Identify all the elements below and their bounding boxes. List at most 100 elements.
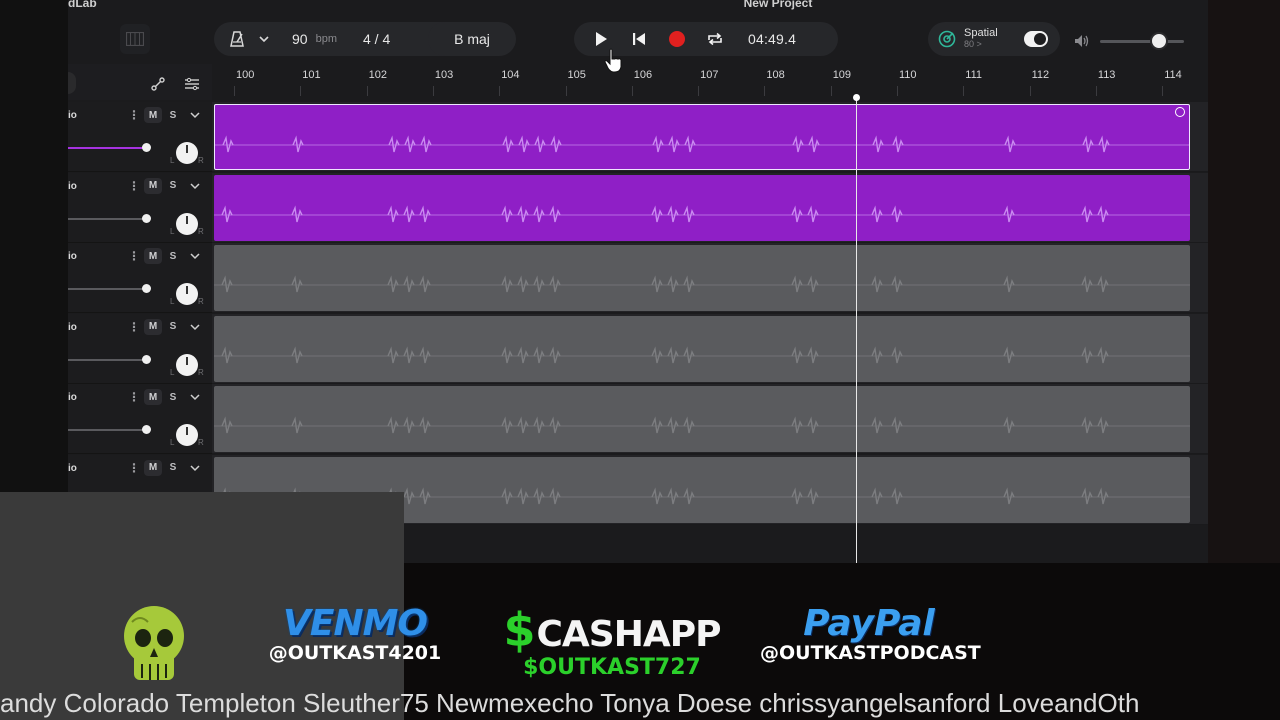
piano-roll-button[interactable] [120,24,150,54]
speaker-icon[interactable] [1074,34,1090,48]
ruler-tick [698,86,700,96]
track-name[interactable]: io [68,251,77,262]
audio-clip[interactable] [214,174,1190,241]
track-header[interactable]: io ⋮ MS L R [68,243,212,313]
time-display: 04:49.4 [748,31,797,47]
track-header[interactable]: io ⋮ MS L R [68,172,212,243]
track-header[interactable]: io ⋮ MS L R [68,313,212,384]
mute-button[interactable]: M [144,248,162,264]
track-menu-icon[interactable]: ⋮ [128,461,140,475]
solo-button[interactable]: S [164,248,182,264]
track-header[interactable]: io ⋮ MS L R [68,102,212,172]
timeline-ruler[interactable]: 100 101 102 103 104 105 106 107 108 109 110 111 112 1… [212,64,1208,100]
waveform [214,345,1190,363]
record-icon [669,31,685,47]
key-selector[interactable]: B maj [428,22,516,56]
mute-button[interactable]: M [144,318,162,335]
right-background [1208,0,1280,563]
volume-fader-handle[interactable] [142,143,151,152]
track-name[interactable]: io [68,392,77,403]
track-menu-icon[interactable]: ⋮ [128,320,140,334]
track-name[interactable]: io [68,322,77,333]
solo-button[interactable]: S [164,460,182,476]
playhead-handle[interactable] [853,94,860,101]
chevron-down-icon[interactable] [188,108,202,122]
audio-clip[interactable] [214,315,1190,382]
volume-fader-handle[interactable] [142,213,151,223]
volume-fader-handle[interactable] [142,354,151,364]
track-name[interactable]: io [68,463,77,474]
audio-clip[interactable] [214,386,1190,452]
automation-button[interactable] [146,72,170,96]
chevron-down-icon[interactable] [188,249,202,263]
volume-slider[interactable] [1100,40,1184,43]
chevron-down-icon[interactable] [188,179,202,193]
paypal-handle: @OUTKASTPODCAST [760,642,981,664]
solo-button[interactable]: S [164,178,182,194]
track-name[interactable]: io [68,181,77,192]
chevron-down-icon[interactable] [188,390,202,404]
track-menu-icon[interactable]: ⋮ [128,179,140,193]
solo-button[interactable]: S [164,389,182,405]
ruler-bar-number: 111 [965,69,983,81]
audio-clip[interactable] [214,245,1190,311]
pan-knob[interactable] [176,353,198,376]
chevron-down-icon[interactable] [258,33,270,45]
sliders-icon [185,77,199,91]
playhead[interactable] [856,96,857,563]
solo-button[interactable]: S [164,107,182,123]
skip-back-button[interactable] [626,26,652,52]
track-lane[interactable] [212,384,1208,454]
track-lane[interactable] [212,313,1208,384]
mute-button[interactable]: M [144,177,162,194]
volume-fader[interactable] [68,288,148,290]
track-header[interactable]: io ⋮ MS L R [68,384,212,454]
volume-fader-handle[interactable] [142,284,151,293]
pan-knob[interactable] [176,212,198,235]
ruler-bar-number: 110 [899,69,917,81]
tempo-value[interactable]: 90 [292,31,308,47]
track-options-button[interactable] [180,72,204,96]
track-lane[interactable] [212,172,1208,243]
volume-fader[interactable] [68,358,148,361]
clip-loop-handle-icon[interactable] [1175,107,1185,117]
ruler-bar-number: 109 [832,69,852,81]
pan-left-label: L [170,156,175,165]
audio-clip[interactable] [214,104,1190,170]
skip-back-icon [633,33,645,45]
solo-button[interactable]: S [164,319,182,335]
sidebar-tab[interactable] [68,72,76,94]
mute-button[interactable]: M [144,389,162,405]
volume-fader[interactable] [68,147,148,149]
volume-fader-handle[interactable] [142,425,151,434]
loop-icon [708,32,722,46]
pan-knob[interactable] [176,424,198,446]
track-menu-icon[interactable]: ⋮ [128,249,140,263]
pan-knob[interactable] [176,283,198,305]
volume-fader[interactable] [68,217,148,220]
chevron-down-icon[interactable] [188,461,202,475]
track-menu-icon[interactable]: ⋮ [128,108,140,122]
track-name[interactable]: io [68,110,77,121]
spatial-audio-control[interactable]: Spatial 80 > [928,22,1060,56]
volume-knob[interactable] [1150,32,1168,50]
track-lane[interactable] [212,102,1208,172]
pan-left-label: L [170,297,175,306]
track-menu-icon[interactable]: ⋮ [128,390,140,404]
ruler-tick [499,86,501,96]
ruler-tick [1095,86,1097,96]
ruler-tick [897,86,898,96]
record-button[interactable] [664,26,690,52]
project-title: New Project [743,0,813,10]
track-lane[interactable] [212,243,1208,313]
mute-button[interactable]: M [144,107,162,123]
spatial-toggle[interactable] [1024,31,1048,47]
loop-button[interactable] [702,26,728,52]
mute-button[interactable]: M [144,459,162,476]
time-signature[interactable]: 4 / 4 [363,31,390,47]
screen: dLab New Project 90 bpm 4 / 4 B maj 04:4… [0,0,1280,720]
pan-knob[interactable] [176,142,198,164]
volume-fader[interactable] [68,429,148,431]
chevron-down-icon[interactable] [188,320,202,334]
metronome-icon[interactable] [228,30,246,48]
